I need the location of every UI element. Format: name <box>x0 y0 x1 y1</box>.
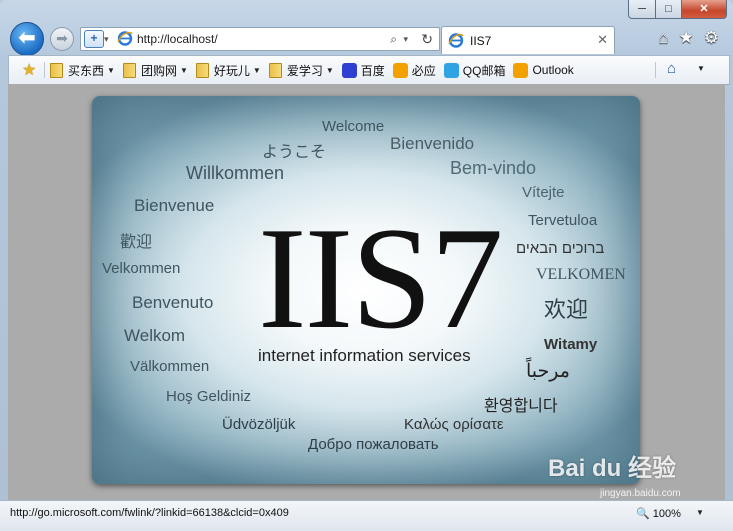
welcome-word: Vítejte <box>522 184 565 201</box>
status-bar: http://go.microsoft.com/fwlink/?linkid=6… <box>0 500 733 531</box>
iis7-logo: IIS7 <box>258 197 503 359</box>
welcome-word: Добро пожаловать <box>308 436 439 453</box>
forward-button[interactable]: ➡ <box>50 27 74 51</box>
ie-logo-icon <box>117 31 133 46</box>
welcome-word: VELKOMEN <box>536 266 626 283</box>
welcome-word: Willkommen <box>186 163 285 183</box>
minimize-button[interactable]: ─ <box>628 0 656 19</box>
welcome-word: Welcome <box>322 118 385 135</box>
welcome-word: Hoş Geldiniz <box>166 388 252 405</box>
folder-icon <box>195 62 209 78</box>
welcome-word: Bienvenido <box>390 134 475 153</box>
ie-logo-icon <box>448 33 464 48</box>
favorites-link[interactable]: 必应 <box>392 62 436 79</box>
window-caption-buttons: ─ □ ✕ <box>628 0 727 19</box>
folder-icon <box>50 62 63 78</box>
bing-icon <box>392 62 408 78</box>
favorites-folder[interactable]: 买东西 ▼ <box>50 62 115 79</box>
browser-tool-icons: ⌂ ★ ⚙ <box>658 29 719 47</box>
favorites-bar: ★ 买东西 ▼ 团购网 ▼ 好玩儿 ▼ 爱学习 ▼ 百度 必应 QQ邮箱 Outlook ⌂ ▼ <box>8 55 730 85</box>
close-tab-icon[interactable]: ✕ <box>597 32 608 48</box>
chevron-down-icon: ▼ <box>325 65 334 75</box>
chevron-down-icon[interactable]: ▾ <box>104 30 109 48</box>
address-bar[interactable]: + ▾ http://localhost/ ⌕ ▾ ↻ <box>80 27 440 51</box>
home-icon[interactable]: ⌂ <box>658 29 668 47</box>
welcome-word: Welkom <box>124 326 186 345</box>
favorites-link[interactable]: 百度 <box>341 62 385 79</box>
zoom-value: 100% <box>652 508 681 520</box>
welcome-word: ברוכים הבאים <box>516 240 605 257</box>
welcome-word: ようこそ <box>262 144 327 161</box>
folder-icon <box>268 62 282 78</box>
welcome-word: Καλώς ορίσατε <box>404 416 504 433</box>
tools-gear-icon[interactable]: ⚙ <box>704 29 719 47</box>
favorites-label: Outlook <box>532 63 574 77</box>
welcome-word: 欢迎 <box>544 297 589 322</box>
outlook-icon <box>513 62 529 78</box>
search-icon[interactable]: ⌕ <box>390 30 397 48</box>
chevron-down-icon[interactable]: ▼ <box>696 508 704 517</box>
add-to-favorites-icon[interactable]: ★ <box>22 60 36 80</box>
welcome-word: Välkommen <box>130 358 210 375</box>
divider <box>44 62 45 78</box>
chevron-down-icon: ▼ <box>107 65 115 75</box>
favorites-folder[interactable]: 爱学习 ▼ <box>268 62 334 79</box>
folder-icon <box>122 62 136 78</box>
chevron-down-icon: ▼ <box>179 65 188 75</box>
baidu-jingyan-url: jingyan.baidu.com <box>600 488 681 499</box>
iis7-welcome-banner[interactable]: Welcome ようこそ Bienvenido Willkommen Bem-vindo… <box>92 96 640 484</box>
qq-mail-icon <box>443 62 459 78</box>
address-dropdown-icon[interactable]: ▾ <box>403 30 408 48</box>
welcome-word: Benvenuto <box>132 293 214 312</box>
refresh-icon[interactable]: ↻ <box>421 29 433 49</box>
welcome-word: مرحباً <box>526 361 570 382</box>
page-content: Welcome ようこそ Bienvenido Willkommen Bem-vindo… <box>8 84 725 500</box>
favorites-label: 必应 <box>411 63 436 78</box>
favorites-folder[interactable]: 好玩儿 ▼ <box>195 62 261 79</box>
divider <box>655 62 656 78</box>
welcome-word: Üdvözöljük <box>222 416 296 433</box>
favorites-star-icon[interactable]: ★ <box>679 29 694 47</box>
iis-subtitle: internet information services <box>258 346 471 365</box>
status-url: http://go.microsoft.com/fwlink/?linkid=6… <box>10 507 289 519</box>
welcome-word: Witamy <box>544 336 598 353</box>
home-page-icon[interactable]: ⌂ <box>667 60 676 77</box>
close-window-button[interactable]: ✕ <box>682 0 727 19</box>
tab-title: IIS7 <box>470 34 492 48</box>
chevron-down-icon: ▼ <box>252 65 261 75</box>
chevron-down-icon[interactable]: ▼ <box>697 64 705 73</box>
back-button[interactable]: ⬅ <box>10 22 44 56</box>
welcome-word: 歡迎 <box>120 234 153 251</box>
favorites-label: 爱学习 <box>286 63 323 78</box>
favorites-folder[interactable]: 团购网 ▼ <box>122 62 188 79</box>
favorites-link[interactable]: QQ邮箱 <box>443 62 506 79</box>
welcome-word: Velkommen <box>102 260 181 277</box>
favorites-label: 团购网 <box>140 63 177 78</box>
favorites-label: 买东西 <box>68 63 105 78</box>
baidu-paw-icon <box>341 62 357 78</box>
favorites-label: 百度 <box>360 63 385 78</box>
favorites-list: 买东西 ▼ 团购网 ▼ 好玩儿 ▼ 爱学习 ▼ 百度 必应 QQ邮箱 Outlook <box>50 56 582 84</box>
baidu-jingyan-watermark: Bai du 经验 <box>548 455 677 482</box>
favorites-link[interactable]: Outlook <box>513 62 574 78</box>
zoom-level[interactable]: 🔍 100% <box>636 507 681 520</box>
tab-iis7[interactable]: IIS7 ✕ <box>441 26 615 54</box>
favorites-label: 好玩儿 <box>213 63 250 78</box>
browser-window: ─ □ ✕ ⬅ ➡ + ▾ http://localhost/ ⌕ ▾ ↻ II… <box>0 0 733 531</box>
address-url[interactable]: http://localhost/ <box>137 31 218 47</box>
welcome-word: Bem-vindo <box>450 158 537 178</box>
welcome-word: 환영합니다 <box>484 398 558 415</box>
welcome-word: Tervetuloa <box>528 212 598 229</box>
maximize-button[interactable]: □ <box>656 0 682 19</box>
welcome-word: Bienvenue <box>134 196 215 215</box>
compatibility-view-icon[interactable]: + <box>84 30 104 48</box>
favorites-label: QQ邮箱 <box>462 63 506 78</box>
